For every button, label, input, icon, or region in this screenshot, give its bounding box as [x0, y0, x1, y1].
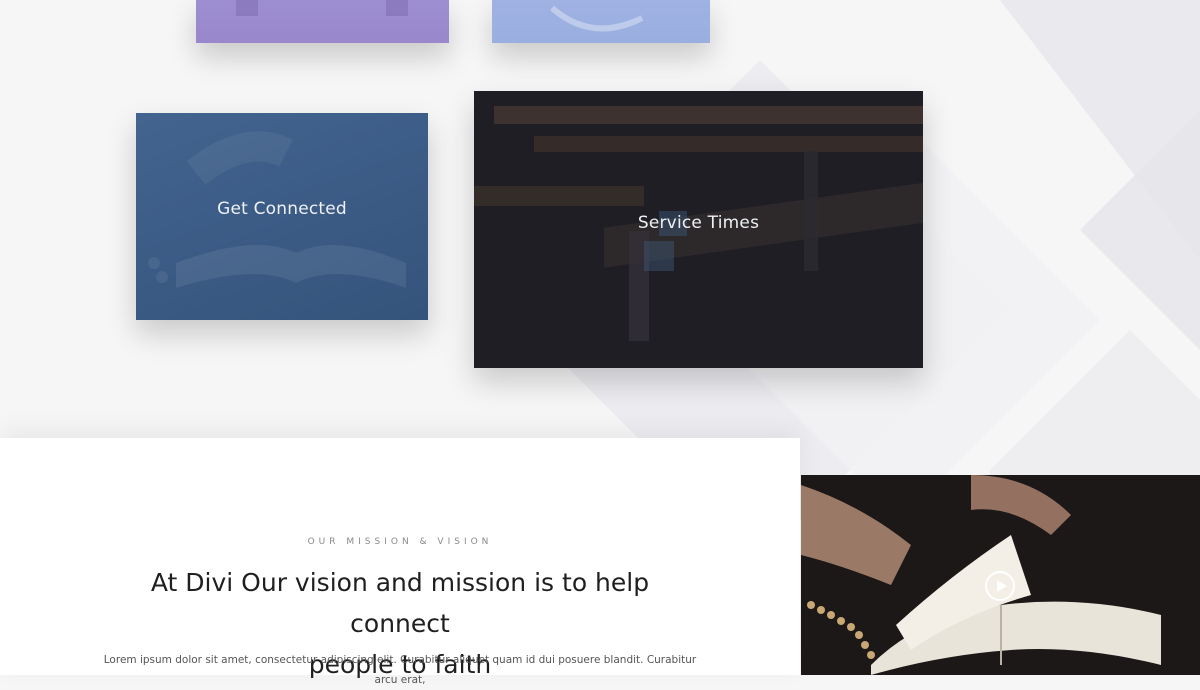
ministry-card-purple[interactable] — [196, 0, 449, 43]
get-connected-label: Get Connected — [217, 199, 347, 219]
image-detail — [236, 0, 258, 16]
mission-body-text: Lorem ipsum dolor sit amet, consectetur … — [103, 654, 697, 686]
service-times-label: Service Times — [637, 213, 760, 233]
ministry-card-lavender[interactable] — [492, 0, 710, 43]
play-triangle — [997, 579, 1007, 592]
mission-eyebrow: OUR MISSION & VISION — [307, 537, 493, 547]
image-detail — [550, 5, 644, 32]
get-connected-card[interactable]: Get Connected — [136, 113, 428, 320]
service-times-card[interactable]: Service Times — [474, 91, 923, 368]
play-circle-icon[interactable] — [985, 571, 1015, 601]
image-detail — [386, 0, 408, 16]
headline-line-1: At Divi Our vision and mission is to hel… — [150, 568, 650, 638]
